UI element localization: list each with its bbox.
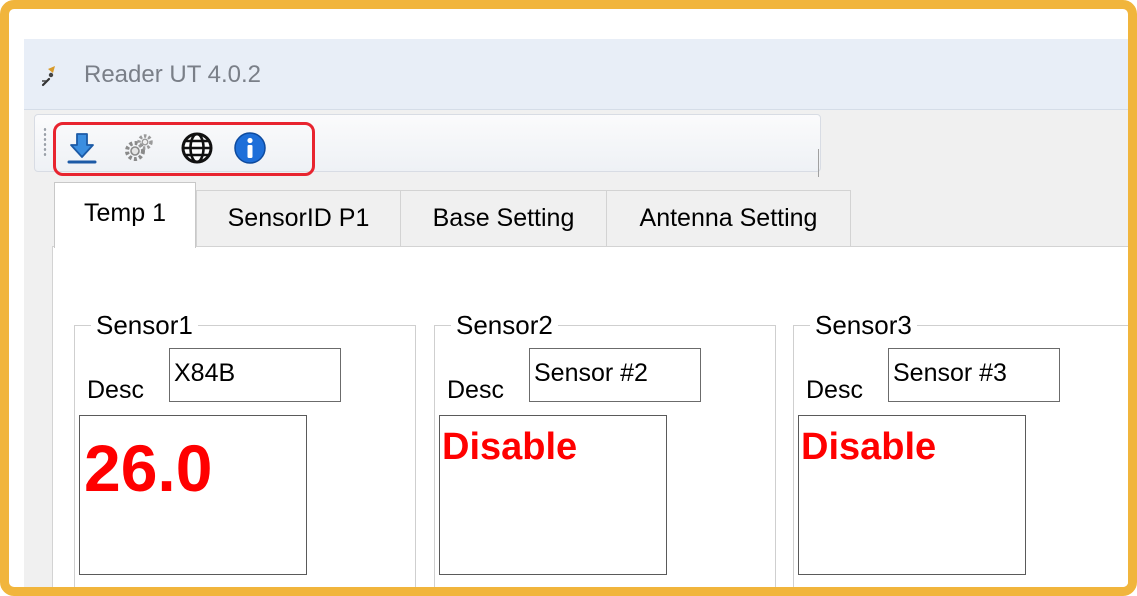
info-icon — [234, 132, 266, 164]
tab-base-setting[interactable]: Base Setting — [400, 190, 607, 246]
title-bar: Reader UT 4.0.2 — [24, 39, 1128, 110]
sensor2-reading: Disable — [439, 415, 667, 575]
toolbar-separator — [818, 149, 819, 177]
gears-icon — [125, 134, 153, 161]
tab-antenna-setting[interactable]: Antenna Setting — [606, 190, 851, 246]
sensor3-title: Sensor3 — [810, 310, 917, 341]
sensor2-desc-label: Desc — [447, 376, 504, 404]
sensor1-title: Sensor1 — [91, 310, 198, 341]
sensor1-desc-input[interactable]: X84B — [169, 348, 341, 402]
sensor2-desc-input[interactable]: Sensor #2 — [529, 348, 701, 402]
network-button[interactable] — [179, 130, 215, 166]
about-button[interactable] — [232, 130, 268, 166]
sensor1-group: Sensor1 Desc X84B 26.0 — [74, 310, 416, 587]
download-button[interactable] — [64, 130, 100, 166]
tab-temp-1[interactable]: Temp 1 — [54, 182, 196, 248]
app-icon — [39, 63, 61, 87]
screenshot-frame: Reader UT 4.0.2 Temp 1 SensorID P1 Base … — [0, 0, 1137, 596]
settings-button[interactable] — [121, 130, 157, 166]
globe-icon — [181, 132, 213, 164]
sensor3-reading: Disable — [798, 415, 1026, 575]
sensor1-desc-label: Desc — [87, 376, 144, 404]
window-title: Reader UT 4.0.2 — [84, 61, 261, 88]
sensor2-title: Sensor2 — [451, 310, 558, 341]
toolbar-grip[interactable] — [43, 127, 47, 157]
download-icon — [67, 133, 97, 164]
sensor1-reading: 26.0 — [79, 415, 307, 575]
sensor3-desc-label: Desc — [806, 376, 863, 404]
sensor2-group: Sensor2 Desc Sensor #2 Disable — [434, 310, 776, 587]
sensor3-desc-input[interactable]: Sensor #3 — [888, 348, 1060, 402]
sensor3-group: Sensor3 Desc Sensor #3 Disable — [793, 310, 1128, 587]
tab-sensorid-p1[interactable]: SensorID P1 — [196, 190, 401, 246]
app-window: Reader UT 4.0.2 Temp 1 SensorID P1 Base … — [24, 39, 1128, 587]
